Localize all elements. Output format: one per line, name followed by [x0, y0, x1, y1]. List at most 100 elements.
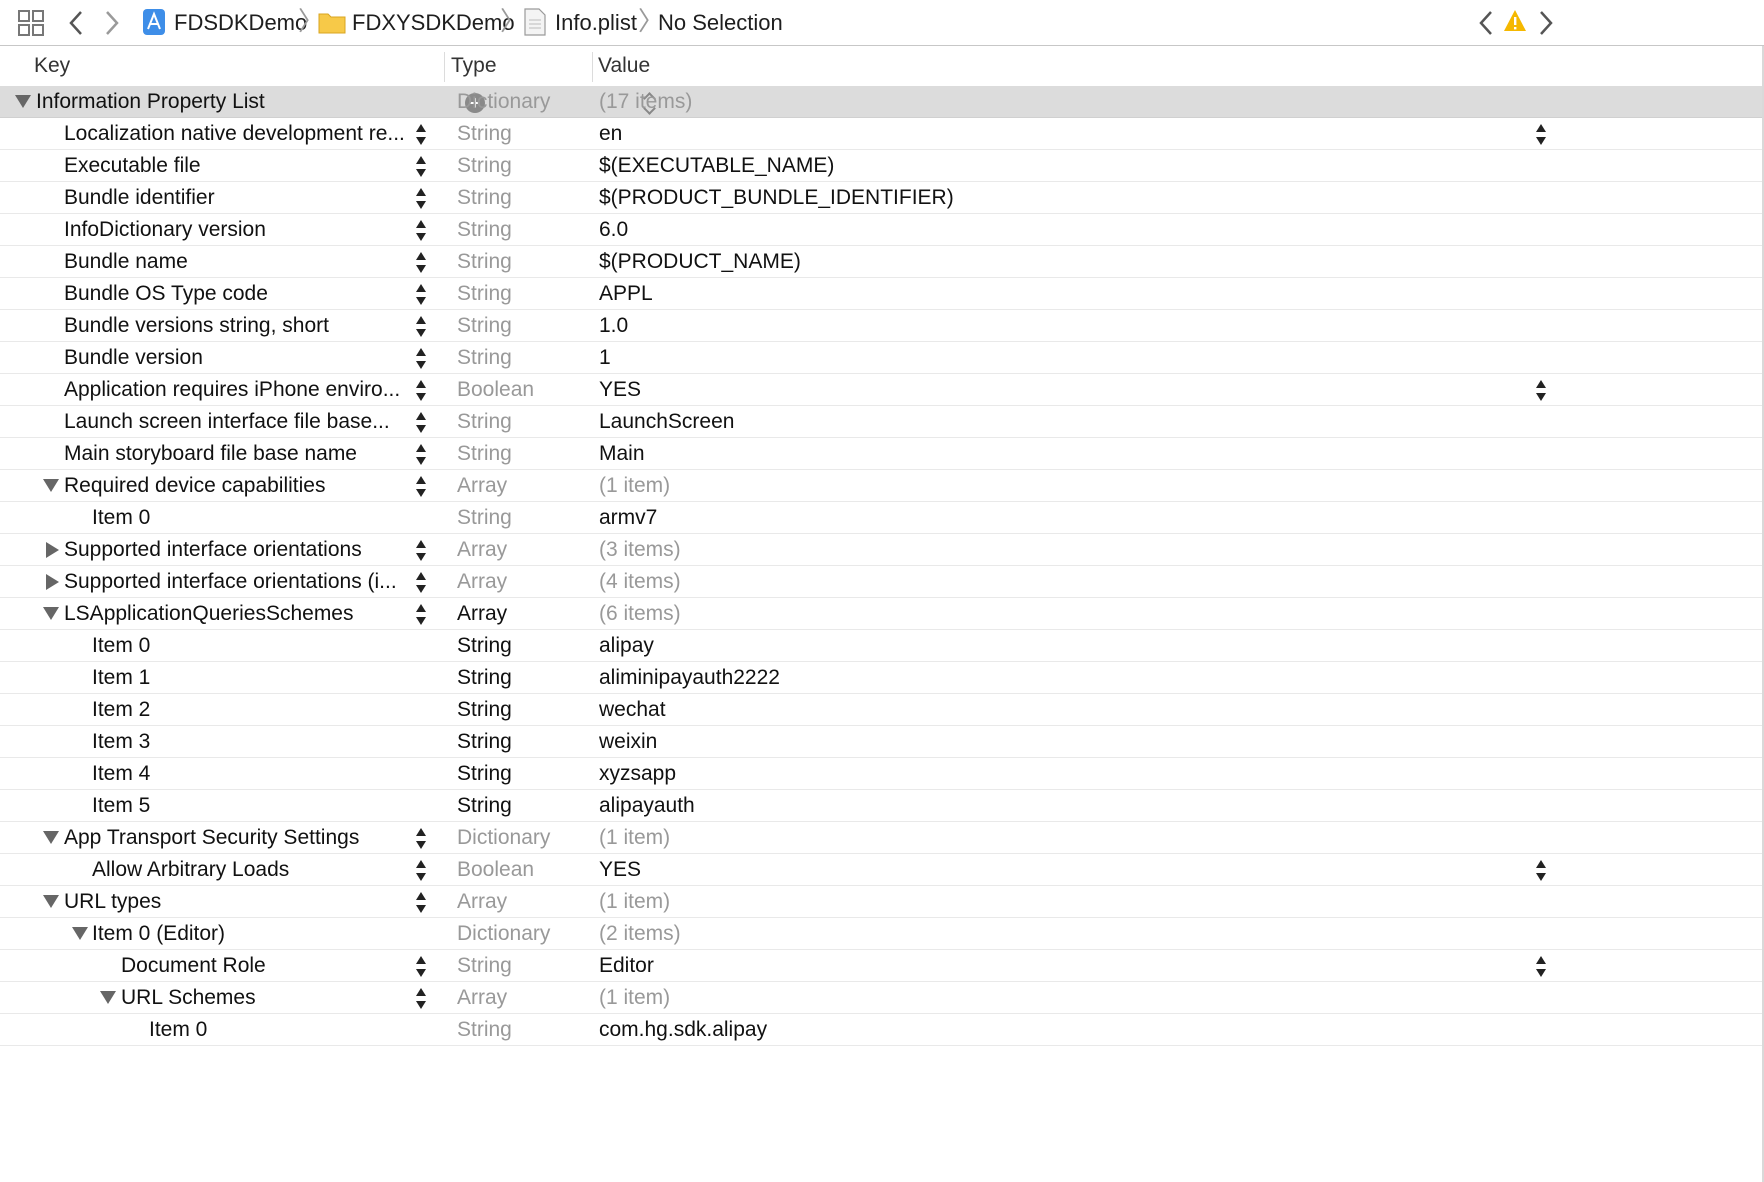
row-key[interactable]: Bundle identifier [64, 182, 215, 214]
key-stepper-icon[interactable] [416, 572, 426, 594]
row-type[interactable]: String [457, 278, 512, 310]
row-key[interactable]: App Transport Security Settings [64, 822, 359, 854]
row-type[interactable]: Array [457, 566, 507, 598]
row-value[interactable]: weixin [599, 726, 657, 758]
table-row[interactable]: Bundle OS Type code String APPL [0, 278, 1764, 310]
row-type[interactable]: String [457, 790, 512, 822]
table-row[interactable]: Item 5 String alipayauth [0, 790, 1764, 822]
key-stepper-icon[interactable] [416, 860, 426, 882]
table-row[interactable]: Item 1 String aliminipayauth2222 [0, 662, 1764, 694]
row-key[interactable]: URL Schemes [121, 982, 256, 1014]
row-value[interactable]: alipay [599, 630, 654, 662]
related-items-grid-icon[interactable] [18, 10, 44, 36]
value-stepper-icon[interactable] [1536, 380, 1546, 402]
row-type[interactable]: String [457, 438, 512, 470]
table-row[interactable]: Item 0 String com.hg.sdk.alipay [0, 1014, 1764, 1046]
row-key[interactable]: Localization native development re... [64, 118, 405, 150]
table-row[interactable]: LSApplicationQueriesSchemes Array (6 ite… [0, 598, 1764, 630]
breadcrumb-file[interactable]: Info.plist [555, 0, 637, 45]
column-key[interactable]: Key [34, 46, 70, 86]
row-key[interactable]: Executable file [64, 150, 201, 182]
key-stepper-icon[interactable] [416, 412, 426, 434]
table-row[interactable]: Item 0 (Editor) Dictionary (2 items) [0, 918, 1764, 950]
row-value[interactable]: Editor [599, 950, 654, 982]
key-stepper-icon[interactable] [416, 220, 426, 242]
row-type[interactable]: Array [457, 534, 507, 566]
row-key[interactable]: LSApplicationQueriesSchemes [64, 598, 354, 630]
row-value[interactable]: LaunchScreen [599, 406, 734, 438]
row-key[interactable]: Bundle OS Type code [64, 278, 268, 310]
previous-issue-icon[interactable] [1478, 10, 1494, 36]
key-stepper-icon[interactable] [416, 316, 426, 338]
row-value[interactable]: en [599, 118, 622, 150]
row-type[interactable]: String [457, 310, 512, 342]
row-type[interactable]: String [457, 726, 512, 758]
row-type[interactable]: Dictionary [457, 86, 550, 118]
row-type[interactable]: String [457, 950, 512, 982]
table-row[interactable]: Document Role String Editor [0, 950, 1764, 982]
table-row[interactable]: Main storyboard file base name String Ma… [0, 438, 1764, 470]
disclosure-expanded-icon[interactable] [43, 607, 59, 620]
row-value[interactable]: YES [599, 374, 641, 406]
table-row[interactable]: Item 4 String xyzsapp [0, 758, 1764, 790]
column-value[interactable]: Value [598, 46, 650, 86]
row-value[interactable]: APPL [599, 278, 653, 310]
key-stepper-icon[interactable] [416, 252, 426, 274]
table-row[interactable]: Required device capabilities Array (1 it… [0, 470, 1764, 502]
row-value[interactable]: Main [599, 438, 645, 470]
table-row[interactable]: Supported interface orientations Array (… [0, 534, 1764, 566]
row-value[interactable]: alipayauth [599, 790, 695, 822]
disclosure-expanded-icon[interactable] [72, 927, 88, 940]
disclosure-collapsed-icon[interactable] [46, 542, 59, 558]
column-divider[interactable] [444, 52, 445, 82]
table-row[interactable]: Item 0 String armv7 [0, 502, 1764, 534]
row-type[interactable]: Boolean [457, 854, 534, 886]
key-stepper-icon[interactable] [416, 892, 426, 914]
table-row[interactable]: App Transport Security Settings Dictiona… [0, 822, 1764, 854]
row-type[interactable]: Array [457, 598, 507, 630]
disclosure-expanded-icon[interactable] [43, 479, 59, 492]
table-row[interactable]: URL types Array (1 item) [0, 886, 1764, 918]
row-type[interactable]: String [457, 246, 512, 278]
disclosure-expanded-icon[interactable] [43, 831, 59, 844]
value-stepper-icon[interactable] [1536, 956, 1546, 978]
row-type[interactable]: String [457, 502, 512, 534]
row-value[interactable]: 6.0 [599, 214, 628, 246]
table-row[interactable]: Executable file String $(EXECUTABLE_NAME… [0, 150, 1764, 182]
row-type[interactable]: String [457, 1014, 512, 1046]
row-type[interactable]: String [457, 758, 512, 790]
next-issue-icon[interactable] [1538, 10, 1554, 36]
row-type[interactable]: String [457, 694, 512, 726]
row-key[interactable]: URL types [64, 886, 161, 918]
key-stepper-icon[interactable] [416, 380, 426, 402]
row-key[interactable]: Application requires iPhone enviro... [64, 374, 400, 406]
row-key[interactable]: Bundle version [64, 342, 203, 374]
row-type[interactable]: String [457, 182, 512, 214]
warning-icon[interactable] [1503, 9, 1527, 33]
row-type[interactable]: Array [457, 886, 507, 918]
row-type[interactable]: Array [457, 982, 507, 1014]
row-key[interactable]: Bundle versions string, short [64, 310, 329, 342]
row-key[interactable]: Launch screen interface file base... [64, 406, 390, 438]
row-key[interactable]: Allow Arbitrary Loads [92, 854, 289, 886]
table-row[interactable]: Localization native development re... St… [0, 118, 1764, 150]
row-key[interactable]: Main storyboard file base name [64, 438, 357, 470]
column-divider[interactable] [592, 52, 593, 82]
forward-arrow-icon[interactable] [104, 10, 120, 36]
key-stepper-icon[interactable] [416, 476, 426, 498]
row-value[interactable]: aliminipayauth2222 [599, 662, 780, 694]
row-value[interactable]: $(PRODUCT_NAME) [599, 246, 801, 278]
value-stepper-icon[interactable] [1536, 860, 1546, 882]
row-value[interactable]: YES [599, 854, 641, 886]
key-stepper-icon[interactable] [416, 156, 426, 178]
disclosure-expanded-icon[interactable] [43, 895, 59, 908]
row-value[interactable]: xyzsapp [599, 758, 676, 790]
table-row[interactable]: InfoDictionary version String 6.0 [0, 214, 1764, 246]
key-stepper-icon[interactable] [416, 348, 426, 370]
table-row[interactable]: Supported interface orientations (i... A… [0, 566, 1764, 598]
back-arrow-icon[interactable] [68, 10, 84, 36]
key-stepper-icon[interactable] [416, 124, 426, 146]
table-row[interactable]: Allow Arbitrary Loads Boolean YES [0, 854, 1764, 886]
row-type[interactable]: String [457, 662, 512, 694]
table-row[interactable]: URL Schemes Array (1 item) [0, 982, 1764, 1014]
